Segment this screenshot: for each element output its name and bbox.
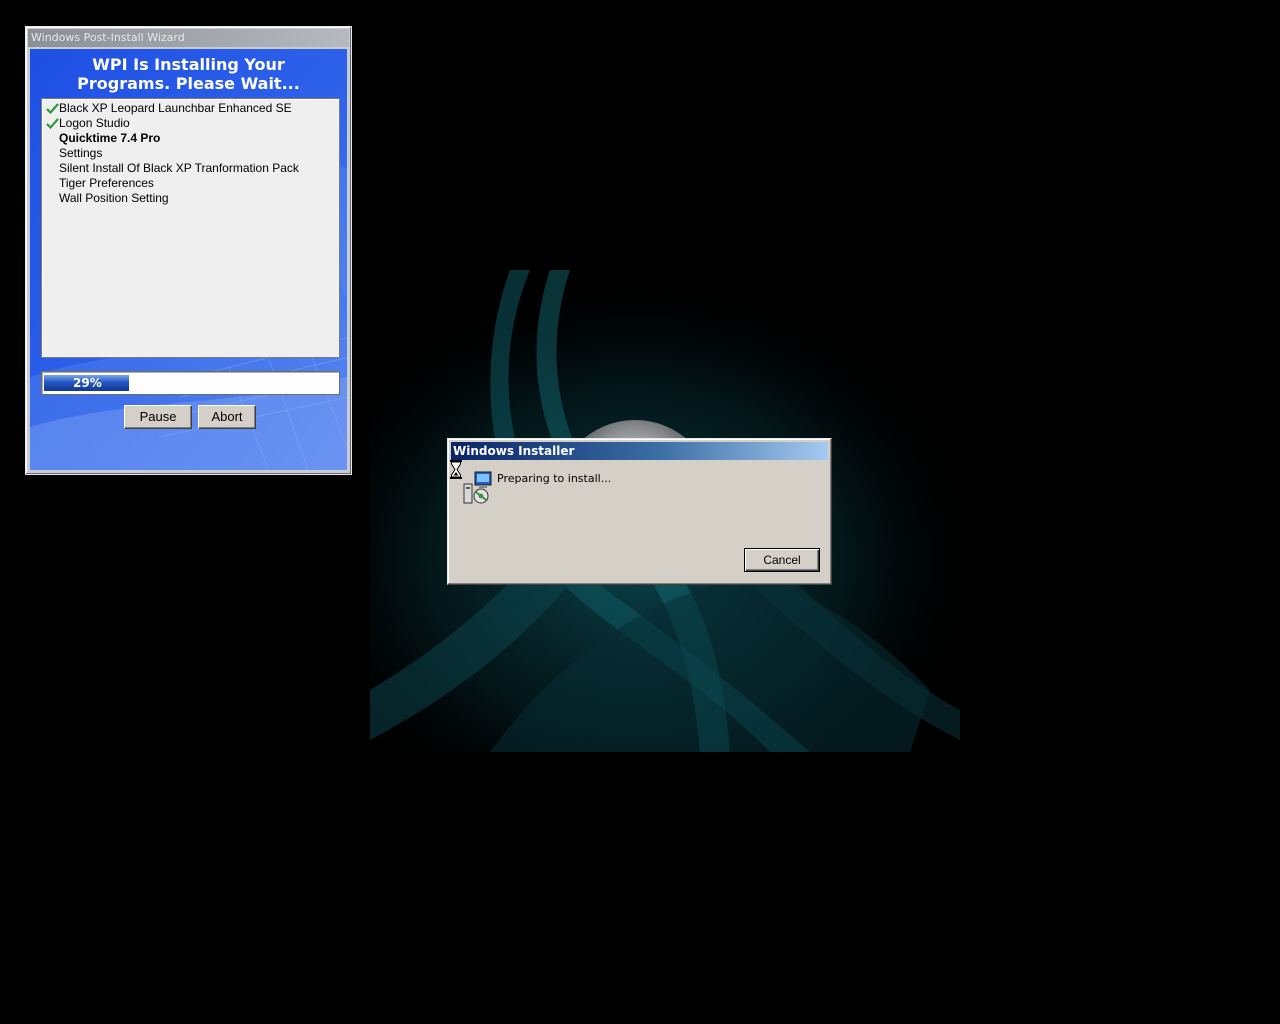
checkmark-icon xyxy=(46,103,59,115)
wpi-body: WPI Is Installing Your Programs. Please … xyxy=(30,49,347,470)
checkmark-icon xyxy=(46,118,59,130)
program-item-label: Silent Install Of Black XP Tranformation… xyxy=(59,161,299,175)
program-item-tiger-preferences: Tiger Preferences xyxy=(46,176,339,191)
wpi-window: Windows Post-Install Wizard WPI Is Insta… xyxy=(25,26,352,475)
program-item-label: Logon Studio xyxy=(59,116,130,130)
cancel-button[interactable]: Cancel xyxy=(744,548,820,572)
installer-status-message: Preparing to install... xyxy=(497,472,612,485)
program-item-label: Tiger Preferences xyxy=(59,176,154,190)
program-item-label: Settings xyxy=(59,146,103,160)
program-item-silent-install: Silent Install Of Black XP Tranformation… xyxy=(46,161,339,176)
wpi-title-bar[interactable]: Windows Post-Install Wizard xyxy=(28,29,349,47)
pause-button[interactable]: Pause xyxy=(124,405,192,429)
windows-installer-dialog: Windows Installer Preparing to install..… xyxy=(447,438,832,585)
install-progress-text: 29% xyxy=(73,376,102,390)
program-item-label: Black XP Leopard Launchbar Enhanced SE xyxy=(59,101,292,115)
install-progress-bar: 29% xyxy=(41,371,340,395)
program-item-quicktime: Quicktime 7.4 Pro xyxy=(46,131,339,146)
program-item-logon-studio: Logon Studio xyxy=(46,116,339,131)
program-item-label: Quicktime 7.4 Pro xyxy=(59,131,161,145)
desktop: Windows Post-Install Wizard WPI Is Insta… xyxy=(0,0,1280,1024)
wpi-heading: WPI Is Installing Your Programs. Please … xyxy=(30,55,347,93)
installer-package-icon xyxy=(463,471,492,504)
wpi-heading-line2: Programs. Please Wait... xyxy=(77,74,300,93)
hourglass-icon xyxy=(450,460,462,479)
program-list[interactable]: Black XP Leopard Launchbar Enhanced SE L… xyxy=(41,98,340,358)
program-item-black-xp-leopard: Black XP Leopard Launchbar Enhanced SE xyxy=(46,101,339,116)
wpi-heading-line1: WPI Is Installing Your xyxy=(92,55,285,74)
abort-button[interactable]: Abort xyxy=(198,405,256,429)
program-item-wall-position: Wall Position Setting xyxy=(46,191,339,206)
program-item-label: Wall Position Setting xyxy=(59,191,169,205)
installer-title-bar[interactable]: Windows Installer xyxy=(451,442,828,460)
program-item-settings: Settings xyxy=(46,146,339,161)
